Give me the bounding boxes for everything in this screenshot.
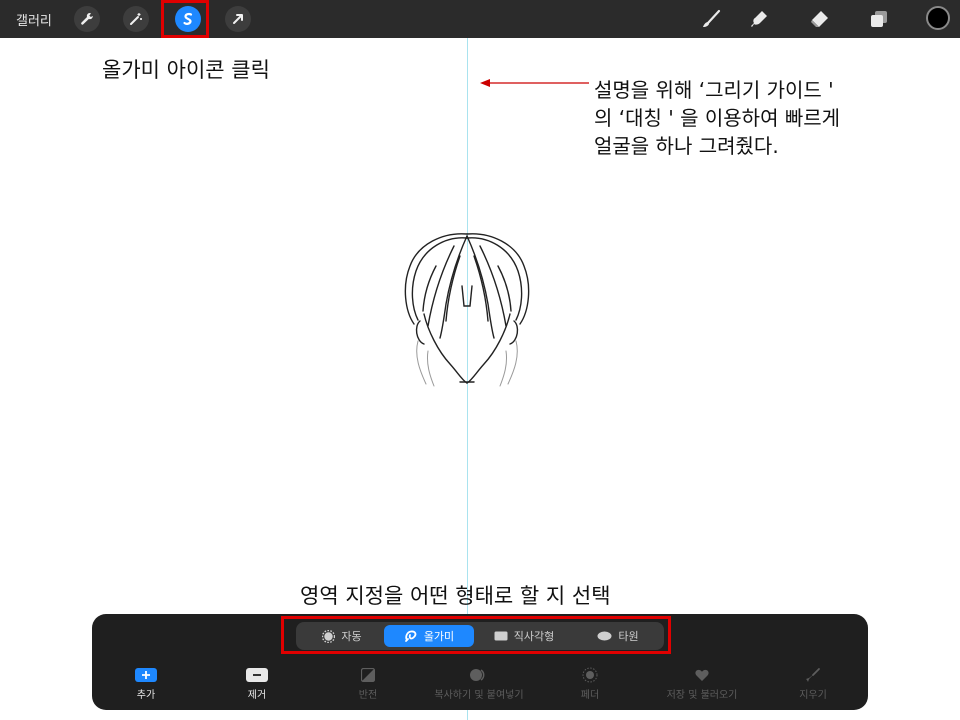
wrench-icon[interactable] <box>74 6 100 32</box>
layers-icon[interactable] <box>866 7 892 31</box>
pointer-arrow-icon <box>480 79 589 87</box>
remove-button[interactable]: 제거 <box>197 666 317 701</box>
face-sketch <box>404 233 530 387</box>
magic-wand-icon[interactable] <box>123 6 149 32</box>
copy-paste-icon <box>470 669 485 681</box>
feather-button[interactable]: 페더 <box>530 666 650 701</box>
copy-paste-button-label: 복사하기 및 붙여넣기 <box>434 690 524 701</box>
remove-button-label: 제거 <box>247 690 267 701</box>
minus-icon <box>246 668 268 682</box>
save-load-button-label: 저장 및 불러오기 <box>666 690 738 701</box>
smudge-icon[interactable] <box>746 7 772 31</box>
side-note: 설명을 위해 ‘그리기 가이드 ' 의 ‘대칭 ' 을 이용하여 빠르게 얼굴을… <box>594 78 841 158</box>
invert-icon <box>361 668 375 682</box>
gallery-button[interactable]: 갤러리 <box>16 10 52 29</box>
add-button[interactable]: 추가 <box>86 666 206 701</box>
transform-arrow-icon[interactable] <box>225 6 251 32</box>
save-load-button[interactable]: 저장 및 불러오기 <box>642 666 762 701</box>
selection-tool-highlight <box>161 0 209 38</box>
invert-button[interactable]: 반전 <box>308 666 428 701</box>
invert-button-label: 반전 <box>358 690 378 701</box>
top-toolbar: 갤러리 <box>0 0 960 38</box>
add-button-label: 추가 <box>136 690 156 701</box>
copy-paste-button[interactable]: 복사하기 및 붙여넣기 <box>419 666 539 701</box>
feather-button-label: 페더 <box>580 690 600 701</box>
clear-icon <box>806 668 820 682</box>
clear-button-label: 지우기 <box>799 690 827 701</box>
brush-icon[interactable] <box>698 7 724 31</box>
selection-mode-highlight <box>281 616 671 654</box>
eraser-icon[interactable] <box>806 7 832 31</box>
plus-icon <box>135 668 157 682</box>
clear-button[interactable]: 지우기 <box>753 666 873 701</box>
feather-icon <box>582 667 598 683</box>
color-swatch[interactable] <box>926 6 950 30</box>
heart-icon <box>695 669 709 681</box>
top-caption: 올가미 아이콘 클릭 <box>102 58 270 82</box>
bottom-caption: 영역 지정을 어떤 형태로 할 지 선택 <box>300 584 611 608</box>
